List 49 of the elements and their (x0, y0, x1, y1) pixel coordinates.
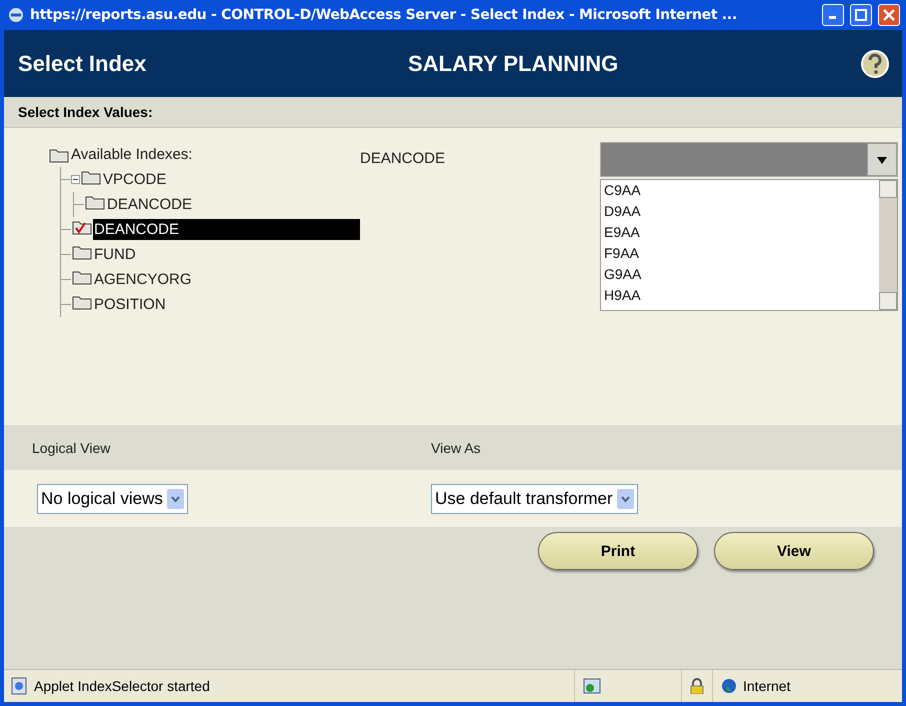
folder-icon (71, 294, 93, 310)
dropdown-caret-icon[interactable] (616, 488, 634, 508)
tree-item[interactable]: FUND (93, 244, 137, 265)
field-label: View As (431, 440, 482, 456)
status-message: Applet IndexSelector started (33, 678, 211, 694)
action-button[interactable]: Print (538, 532, 698, 570)
dropdown-caret-icon[interactable] (166, 488, 184, 508)
dropdown-button[interactable] (867, 143, 897, 176)
browser-icon (8, 7, 24, 23)
lock-icon (690, 678, 704, 694)
help-icon[interactable] (860, 48, 890, 78)
folder-icon (84, 194, 106, 210)
tree-item[interactable]: DEANCODE (106, 194, 194, 215)
tree-root: Available Indexes: (70, 145, 194, 165)
tree-item[interactable]: DEANCODE (93, 219, 360, 240)
list-item[interactable]: D9AA (604, 201, 879, 222)
action-button[interactable]: View (714, 532, 874, 570)
list-item[interactable]: F9AA (604, 243, 879, 264)
tree-item[interactable]: AGENCYORG (93, 269, 193, 290)
list-item[interactable]: G9AA (604, 264, 879, 285)
folder-icon (80, 169, 102, 185)
folder-icon (71, 244, 93, 260)
zone-label: Internet (743, 678, 790, 694)
caret-icon (877, 156, 887, 164)
checked-folder-icon (71, 219, 93, 235)
page-icon (10, 677, 28, 695)
folder-icon (71, 269, 93, 285)
logical-view-select[interactable]: No logical views (37, 484, 188, 514)
close-icon (883, 9, 895, 21)
tree-item[interactable]: VPCODE (102, 169, 168, 190)
field-label: Logical View (32, 440, 112, 456)
minimize-button[interactable] (822, 4, 844, 26)
collapse-icon[interactable] (71, 175, 80, 184)
scrollbar[interactable] (879, 180, 897, 310)
list-item[interactable]: C9AA (604, 180, 879, 201)
index-label: DEANCODE (360, 150, 446, 169)
list-item[interactable]: H9AA (604, 285, 879, 306)
maximize-button[interactable] (850, 4, 872, 26)
tree-item[interactable]: POSITION (93, 294, 167, 315)
page-title: Select Index (18, 50, 148, 76)
list-item[interactable]: E9AA (604, 222, 879, 243)
applet-icon (583, 678, 601, 694)
view-as-select[interactable]: Use default transformer (431, 484, 638, 514)
globe-icon (721, 678, 737, 694)
close-button[interactable] (878, 4, 900, 26)
page-subtitle: SALARY PLANNING (408, 50, 620, 76)
folder-icon (48, 146, 70, 162)
window-title: https://reports.asu.edu - CONTROL-D/WebAccess Server - Select Index - Microsoft Internet ... (30, 7, 738, 23)
maximize-icon (855, 9, 867, 21)
